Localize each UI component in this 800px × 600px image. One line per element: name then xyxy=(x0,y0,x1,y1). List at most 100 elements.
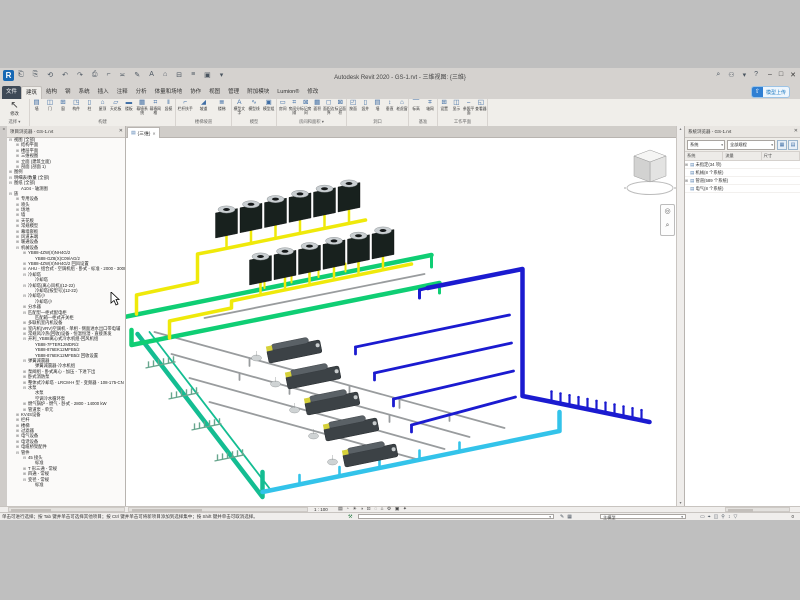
column-header[interactable]: 流量 xyxy=(723,152,761,160)
ribbon-tab[interactable]: 插入 xyxy=(94,86,113,99)
ribbon-button[interactable]: ◻ 面积边界 xyxy=(323,99,335,119)
qat-icon[interactable]: ↶ xyxy=(62,71,68,79)
modify-button[interactable]: ↖ 修改 xyxy=(0,99,29,119)
qat-icon[interactable]: ▣ xyxy=(204,71,211,79)
titlebar-icon[interactable]: ⌕ xyxy=(716,71,720,79)
ribbon-tab[interactable]: 分析 xyxy=(132,86,151,99)
qat-icon[interactable]: ⌐ xyxy=(106,71,110,79)
model-upload-button[interactable]: ⇧ 模型上传 xyxy=(751,86,790,98)
system-row[interactable]: ▤ 机械(8 个系统) xyxy=(685,169,800,177)
design-option-dropdown[interactable]: 主模型 xyxy=(600,514,686,520)
ribbon-button[interactable]: ▯ 竖井 xyxy=(359,99,371,119)
system-row[interactable]: ⊞▤ 未指定(34 项) xyxy=(685,161,800,169)
ribbon-button[interactable]: ▤ 墙 xyxy=(30,99,43,119)
close-icon[interactable]: ✕ xyxy=(152,131,155,136)
ribbon-tab[interactable]: 结构 xyxy=(42,86,61,99)
system-row[interactable]: ▤ 电气(8 个系统) xyxy=(685,185,800,193)
ribbon-button[interactable]: ▭ 房间 xyxy=(277,99,289,119)
qat-icon[interactable]: ⟲ xyxy=(47,71,53,79)
titlebar-icon[interactable]: ? xyxy=(754,71,758,79)
selection-toggle-icon[interactable]: ▽ xyxy=(733,514,737,520)
qat-icon[interactable]: ⎙ xyxy=(92,71,98,79)
qat-icon[interactable]: ⎘ xyxy=(33,71,39,79)
selection-toggle-icon[interactable]: ⚲ xyxy=(721,514,725,520)
ribbon-button[interactable]: ▣ 模型组 xyxy=(261,99,276,119)
ribbon-button[interactable]: ‖ 竖梃 xyxy=(162,99,175,119)
qat-icon[interactable]: ⎗ xyxy=(18,71,24,79)
ribbon-button[interactable]: ≣ 楼梯 xyxy=(213,99,231,119)
ribbon-tab[interactable]: Lumion® xyxy=(273,86,303,99)
zoom-icon[interactable]: ⌕ xyxy=(661,219,674,233)
selection-toggle-icon[interactable]: ◫ xyxy=(714,514,719,520)
ribbon-button[interactable]: ▦ 面积 xyxy=(312,99,324,119)
titlebar-icon[interactable]: ⚇ xyxy=(728,71,734,79)
qat-icon[interactable]: ▾ xyxy=(220,71,224,79)
ribbon-button[interactable]: ◳ 构件 xyxy=(70,99,83,119)
system-filter-dropdown[interactable]: 系统 xyxy=(687,140,725,150)
window-control-button[interactable]: ✕ xyxy=(790,71,796,79)
column-header[interactable]: 系统 xyxy=(685,152,723,160)
selection-toggle-icon[interactable]: ↕ xyxy=(728,514,731,520)
selection-toggle-icon[interactable]: ▭ xyxy=(700,514,705,520)
chillers[interactable] xyxy=(266,335,399,467)
ribbon-button[interactable]: ⊞ 设置 xyxy=(438,99,450,119)
3d-piping-model[interactable] xyxy=(126,138,676,506)
ribbon-tab[interactable]: 体量和场地 xyxy=(151,86,187,99)
ribbon-button[interactable]: A 模型文字 xyxy=(232,99,247,119)
ribbon-button[interactable]: ▯ 柱 xyxy=(83,99,96,119)
ribbon-button[interactable]: ⊠ 标记面积 xyxy=(335,99,347,119)
steering-wheel-icon[interactable]: ◎ xyxy=(661,205,674,219)
ribbon-button[interactable]: ⌂ 老虎窗 xyxy=(396,99,408,119)
ribbon-tab[interactable]: 管理 xyxy=(224,86,243,99)
ribbon-tab[interactable]: 文件 xyxy=(2,86,21,99)
qat-icon[interactable]: ✎ xyxy=(134,71,140,79)
ribbon-tab[interactable]: 建筑 xyxy=(21,86,42,99)
ribbon-tab[interactable]: 系统 xyxy=(75,86,94,99)
ribbon-button[interactable]: ⌗ 房间分隔 xyxy=(289,99,301,119)
tree-item[interactable]: ⊞AHU - 组合式 - 空调机组 - 卧式 - 标准 - 2000 - 300… xyxy=(7,266,125,271)
workset-dropdown[interactable] xyxy=(358,514,554,520)
qat-icon[interactable]: ↷ xyxy=(77,71,83,79)
qat-icon[interactable]: ⌂ xyxy=(163,71,167,79)
ribbon-tab[interactable]: 协作 xyxy=(186,86,205,99)
qat-icon[interactable]: ≍ xyxy=(120,71,126,79)
window-control-button[interactable]: – xyxy=(768,71,772,79)
revit-app-button[interactable]: R xyxy=(3,70,14,81)
ribbon-button[interactable]: ◱ 查看器 xyxy=(475,99,487,119)
ribbon-button[interactable]: ⌗ 幕墙网格 xyxy=(149,99,162,119)
ribbon-tab[interactable]: 钢 xyxy=(61,86,75,99)
ribbon-tab[interactable]: 附加模块 xyxy=(243,86,273,99)
tree-item[interactable]: 标准 xyxy=(7,482,125,487)
ribbon-button[interactable]: ◢ 坡道 xyxy=(194,99,212,119)
column-header[interactable]: 尺寸 xyxy=(762,152,800,160)
ribbon-tab[interactable]: 修改 xyxy=(303,86,322,99)
discipline-filter-dropdown[interactable]: 全部规程 xyxy=(727,140,775,150)
ribbon-button[interactable]: ◫ 门 xyxy=(43,99,56,119)
ribbon-button[interactable]: ⌗ 轴网 xyxy=(423,99,437,119)
grid-icon[interactable]: ▦ xyxy=(567,514,572,520)
qat-icon[interactable]: ≡ xyxy=(191,71,195,79)
qat-icon[interactable]: A xyxy=(149,71,154,79)
system-browser-tool-icon[interactable]: ▦ xyxy=(777,140,787,150)
drawing-canvas[interactable]: ◎ ⌕ xyxy=(126,138,676,506)
ribbon-button[interactable]: ↕ 垂直 xyxy=(384,99,396,119)
system-row[interactable]: ⊞▤ 管道(589 个系统) xyxy=(685,177,800,185)
viewcube[interactable] xyxy=(624,144,676,200)
canvas-vertical-scrollbar[interactable]: ▴ ▾ xyxy=(676,126,684,506)
system-browser-header[interactable]: 系统浏览器 - GS-1.rvt ✕ xyxy=(685,126,800,138)
ribbon-button[interactable]: ▦ 幕墙系统 xyxy=(136,99,149,119)
ribbon-button[interactable]: ⌐ 栏杆扶手 xyxy=(176,99,194,119)
ribbon-button[interactable]: ⊠ 标记房间 xyxy=(300,99,312,119)
ribbon-button[interactable]: ∿ 模型线 xyxy=(247,99,262,119)
close-icon[interactable]: ✕ xyxy=(794,126,798,137)
ribbon-button[interactable]: ▱ 天花板 xyxy=(109,99,122,119)
ribbon-button[interactable]: ⎺ 标高 xyxy=(409,99,423,119)
navigation-bar[interactable]: ◎ ⌕ xyxy=(660,204,675,236)
titlebar-icon[interactable]: ▾ xyxy=(743,71,747,79)
edit-icon[interactable]: ✎ xyxy=(560,514,564,520)
cooling-towers-row-a[interactable] xyxy=(216,180,361,238)
qat-icon[interactable]: ⊟ xyxy=(176,71,182,79)
ribbon-button[interactable]: ▤ 墙 xyxy=(371,99,383,119)
ribbon-tab[interactable]: 注释 xyxy=(113,86,132,99)
ribbon-button[interactable]: ⌂ 屋顶 xyxy=(96,99,109,119)
